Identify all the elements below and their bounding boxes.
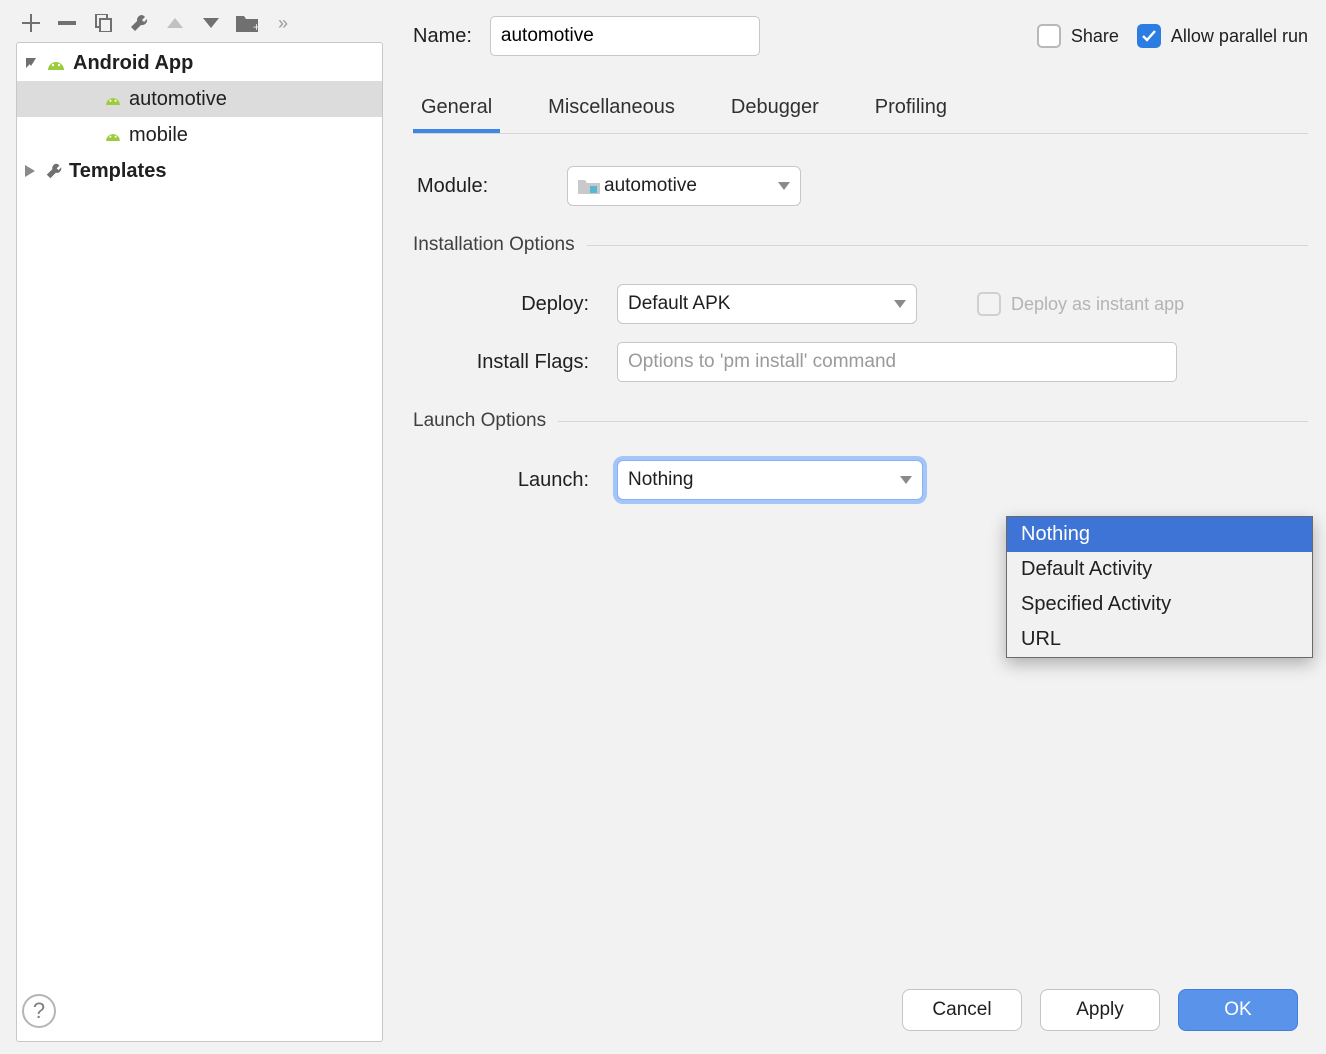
android-icon: [103, 93, 123, 105]
module-combo[interactable]: automotive: [567, 166, 801, 206]
wrench-icon[interactable]: [128, 12, 150, 34]
tree-item-android-app[interactable]: Android App: [17, 45, 382, 81]
installation-section-title: Installation Options: [413, 234, 575, 256]
cancel-button[interactable]: Cancel: [902, 989, 1022, 1031]
launch-option-url[interactable]: URL: [1007, 622, 1312, 657]
tab-profiling[interactable]: Profiling: [867, 86, 955, 133]
tree-label: automotive: [129, 88, 227, 111]
disclosure-closed-icon[interactable]: [25, 165, 39, 177]
deploy-combo[interactable]: Default APK: [617, 284, 917, 324]
tree-item-templates[interactable]: Templates: [17, 153, 382, 189]
deploy-label: Deploy:: [447, 293, 597, 316]
allow-parallel-label: Allow parallel run: [1171, 26, 1308, 47]
launch-dropdown-popup[interactable]: Nothing Default Activity Specified Activ…: [1006, 516, 1313, 658]
install-flags-label: Install Flags:: [447, 351, 597, 374]
launch-section-title: Launch Options: [413, 410, 546, 432]
section-divider: [587, 245, 1308, 246]
move-down-icon[interactable]: [200, 12, 222, 34]
tree-label: mobile: [129, 124, 188, 147]
chevron-down-icon: [894, 300, 906, 308]
name-label: Name:: [413, 25, 472, 48]
deploy-value: Default APK: [628, 293, 730, 315]
module-label: Module:: [417, 175, 547, 198]
checkbox-icon: [1037, 24, 1061, 48]
name-input[interactable]: [490, 16, 760, 56]
tab-debugger[interactable]: Debugger: [723, 86, 827, 133]
launch-option-default-activity[interactable]: Default Activity: [1007, 552, 1312, 587]
config-tree[interactable]: Android App automotive mobile: [16, 42, 383, 1042]
chevron-down-icon: [900, 476, 912, 484]
add-icon[interactable]: [20, 12, 42, 34]
config-toolbar: + »: [16, 8, 383, 42]
expand-icon[interactable]: »: [272, 12, 294, 34]
wrench-icon: [45, 162, 63, 180]
instant-app-label: Deploy as instant app: [1011, 294, 1184, 315]
remove-icon[interactable]: [56, 12, 78, 34]
launch-option-nothing[interactable]: Nothing: [1007, 517, 1312, 552]
tree-item-automotive[interactable]: automotive: [17, 81, 382, 117]
ok-button[interactable]: OK: [1178, 989, 1298, 1031]
move-up-icon[interactable]: [164, 12, 186, 34]
share-label: Share: [1071, 26, 1119, 47]
checkbox-checked-icon: [1137, 24, 1161, 48]
tree-item-mobile[interactable]: mobile: [17, 117, 382, 153]
disclosure-open-icon[interactable]: [25, 57, 39, 69]
launch-label: Launch:: [447, 469, 597, 492]
install-flags-input[interactable]: [617, 342, 1177, 382]
tree-label: Android App: [73, 52, 193, 75]
launch-option-specified-activity[interactable]: Specified Activity: [1007, 587, 1312, 622]
android-icon: [45, 56, 67, 70]
help-icon[interactable]: ?: [22, 994, 56, 1028]
copy-icon[interactable]: [92, 12, 114, 34]
apply-button[interactable]: Apply: [1040, 989, 1160, 1031]
chevron-down-icon: [778, 182, 790, 190]
instant-app-checkbox: Deploy as instant app: [977, 292, 1184, 316]
module-value: automotive: [604, 175, 697, 197]
svg-text:+: +: [253, 20, 258, 32]
section-divider: [558, 421, 1308, 422]
launch-value: Nothing: [628, 469, 694, 491]
launch-combo[interactable]: Nothing: [617, 460, 923, 500]
config-tabs: General Miscellaneous Debugger Profiling: [413, 86, 1308, 134]
tree-label: Templates: [69, 160, 166, 183]
configurations-panel: + » Android App automotive: [0, 0, 395, 1054]
android-icon: [103, 129, 123, 141]
share-checkbox[interactable]: Share: [1037, 24, 1119, 48]
module-folder-icon: [578, 178, 600, 194]
allow-parallel-checkbox[interactable]: Allow parallel run: [1137, 24, 1308, 48]
tab-miscellaneous[interactable]: Miscellaneous: [540, 86, 683, 133]
config-detail-panel: Name: Share Allow parallel run General M…: [395, 0, 1326, 1054]
checkbox-icon: [977, 292, 1001, 316]
tab-general[interactable]: General: [413, 86, 500, 133]
folder-icon[interactable]: +: [236, 12, 258, 34]
dialog-footer: ? Cancel Apply OK: [0, 966, 1326, 1054]
